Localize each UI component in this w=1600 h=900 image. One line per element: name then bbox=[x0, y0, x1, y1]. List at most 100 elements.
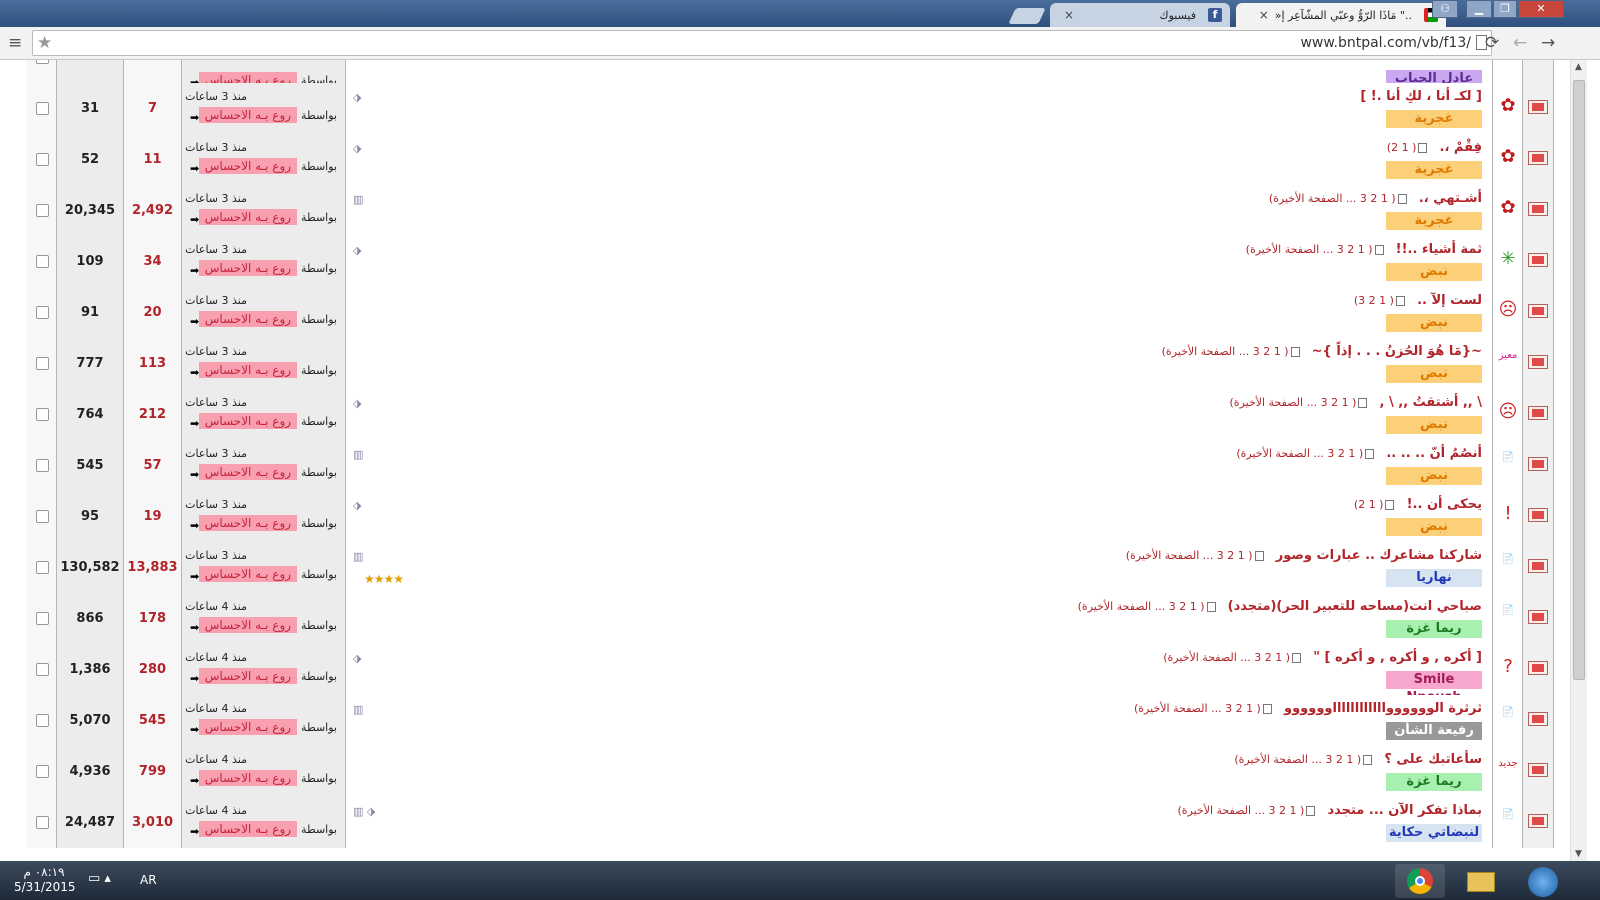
last-post-user[interactable]: روع بـه الاحساس bbox=[198, 617, 298, 633]
go-last-post-icon[interactable]: ➡ bbox=[190, 621, 199, 634]
replies-count[interactable]: 57 bbox=[124, 440, 182, 491]
thread-author[interactable]: نبض bbox=[1386, 263, 1482, 281]
bookmark-star-icon[interactable]: ★ bbox=[37, 33, 52, 53]
minimize-button[interactable]: ▁ bbox=[1466, 0, 1492, 18]
start-button-icon[interactable] bbox=[1518, 864, 1568, 898]
thread-title[interactable]: ثرثرة الووووووllllllllllllوووووو bbox=[1284, 701, 1482, 716]
select-checkbox[interactable] bbox=[36, 153, 49, 166]
language-indicator[interactable]: AR bbox=[140, 873, 157, 887]
forward-icon[interactable]: → bbox=[1541, 33, 1555, 53]
thread-title[interactable]: أنصُمُ أنّ .. .. .. bbox=[1386, 446, 1482, 461]
go-last-post-icon[interactable]: ➡ bbox=[190, 774, 199, 787]
thread-author[interactable]: نبض bbox=[1386, 467, 1482, 485]
thread-pages[interactable]: ( 1 2) bbox=[1354, 498, 1397, 511]
table-row[interactable]: 52 11 منذ 3 ساعات بواسطةروع بـه الاحساس ➡ ⬗ فِ… bbox=[27, 134, 1554, 185]
thread-author[interactable]: ريما غزة bbox=[1386, 620, 1482, 638]
close-window-button[interactable]: ✕ bbox=[1518, 0, 1564, 18]
select-checkbox[interactable] bbox=[36, 306, 49, 319]
close-tab-icon[interactable]: × bbox=[1259, 8, 1269, 22]
select-checkbox[interactable] bbox=[36, 765, 49, 778]
last-post-user[interactable]: روع بـه الاحساس bbox=[198, 362, 298, 378]
thread-pages[interactable]: ( 1 2 3 ... الصفحة الأخيرة) bbox=[1162, 345, 1302, 358]
replies-count[interactable]: 7 bbox=[124, 83, 182, 134]
select-checkbox[interactable] bbox=[36, 561, 49, 574]
table-row[interactable]: 5,070 545 منذ 4 ساعات بواسطةروع بـه الاحساس… bbox=[27, 695, 1554, 746]
select-checkbox[interactable] bbox=[36, 102, 49, 115]
close-tab-icon[interactable]: × bbox=[1064, 8, 1074, 22]
thread-author[interactable]: غجرية bbox=[1386, 110, 1482, 128]
file-explorer-icon[interactable] bbox=[1455, 864, 1505, 898]
last-post-user[interactable]: روع بـه الاحساس bbox=[198, 668, 298, 684]
last-post-user[interactable]: روع بـه الاحساس bbox=[198, 311, 298, 327]
last-post-user[interactable]: روع بـه الاحساس bbox=[198, 107, 298, 123]
thread-pages[interactable]: ( 1 2 3 ... الصفحة الأخيرة) bbox=[1246, 243, 1386, 256]
table-row[interactable]: 866 178 منذ 4 ساعات بواسطةروع بـه الاحساس ➡ ص… bbox=[27, 593, 1554, 644]
thread-title[interactable]: ثمة أشياء ..!! bbox=[1396, 242, 1482, 257]
last-post-user[interactable]: روع بـه الاحساس bbox=[198, 566, 298, 582]
table-row[interactable]: 109 34 منذ 3 ساعات بواسطةروع بـه الاحساس ➡ ⬗ ث… bbox=[27, 236, 1554, 287]
replies-count[interactable]: 20 bbox=[124, 287, 182, 338]
thread-title[interactable]: ~{مَا هُوَ الحُزنُ . . . إذاً }~ bbox=[1312, 344, 1482, 359]
scrollbar[interactable]: ▲ ▼ bbox=[1570, 60, 1587, 861]
replies-count[interactable]: 212 bbox=[124, 389, 182, 440]
last-post-user[interactable]: روع بـه الاحساس bbox=[198, 821, 298, 837]
user-icon[interactable]: ⚇ bbox=[1432, 0, 1458, 18]
select-checkbox[interactable] bbox=[36, 816, 49, 829]
thread-pages[interactable]: ( 1 2 3 ... الصفحة الأخيرة) bbox=[1236, 447, 1376, 460]
table-row[interactable]: 4,936 799 منذ 4 ساعات بواسطةروع بـه الاحساس… bbox=[27, 746, 1554, 797]
go-last-post-icon[interactable]: ➡ bbox=[190, 672, 199, 685]
thread-author[interactable]: نهاريا bbox=[1386, 569, 1482, 587]
last-post-user[interactable]: روع بـه الاحساس bbox=[198, 158, 298, 174]
show-hidden-icons-icon[interactable]: ▭ ▴ bbox=[88, 871, 111, 886]
thread-author[interactable]: ريما غزة bbox=[1386, 773, 1482, 791]
go-last-post-icon[interactable]: ➡ bbox=[190, 315, 199, 328]
replies-count[interactable]: 3,010 bbox=[124, 797, 182, 848]
thread-author[interactable]: نبض bbox=[1386, 416, 1482, 434]
thread-author[interactable]: Smile Nnoush bbox=[1386, 671, 1482, 705]
thread-title[interactable]: يحكى أن ..! bbox=[1407, 497, 1482, 512]
thread-title[interactable]: فِقْمْ ،. bbox=[1440, 140, 1482, 155]
replies-count[interactable]: 178 bbox=[124, 593, 182, 644]
replies-count[interactable]: 13,883 bbox=[124, 542, 182, 593]
go-last-post-icon[interactable]: ➡ bbox=[190, 468, 199, 481]
taskbar-clock[interactable]: ٠٨:١٩ م 5/31/2015 bbox=[14, 865, 76, 895]
last-post-user[interactable]: روع بـه الاحساس bbox=[198, 209, 298, 225]
thread-pages[interactable]: ( 1 2 3 ... الصفحة الأخيرة) bbox=[1078, 600, 1218, 613]
table-row[interactable]: 777 113 منذ 3 ساعات بواسطةروع بـه الاحساس ➡ ~… bbox=[27, 338, 1554, 389]
select-checkbox[interactable] bbox=[36, 204, 49, 217]
table-row[interactable]: 91 20 منذ 3 ساعات بواسطةروع بـه الاحساس ➡ لست… bbox=[27, 287, 1554, 338]
chrome-app-icon[interactable] bbox=[1395, 864, 1445, 898]
last-post-user[interactable]: روع بـه الاحساس bbox=[198, 515, 298, 531]
last-post-user[interactable]: روع بـه الاحساس bbox=[198, 770, 298, 786]
replies-count[interactable]: 280 bbox=[124, 644, 182, 695]
go-last-post-icon[interactable]: ➡ bbox=[190, 723, 199, 736]
reload-icon[interactable]: ⟳ bbox=[1485, 33, 1499, 53]
select-checkbox[interactable] bbox=[36, 255, 49, 268]
go-last-post-icon[interactable]: ➡ bbox=[190, 417, 199, 430]
scroll-down-icon[interactable]: ▼ bbox=[1575, 849, 1582, 859]
select-checkbox[interactable] bbox=[36, 459, 49, 472]
table-row[interactable]: 764 212 منذ 3 ساعات بواسطةروع بـه الاحساس ➡ ⬗… bbox=[27, 389, 1554, 440]
thread-pages[interactable]: ( 1 2 3 ... الصفحة الأخيرة) bbox=[1134, 702, 1274, 715]
thread-author[interactable]: نبض bbox=[1386, 518, 1482, 536]
thread-pages[interactable]: ( 1 2 3 ... الصفحة الأخيرة) bbox=[1269, 192, 1409, 205]
thread-author[interactable]: غجرية bbox=[1386, 212, 1482, 230]
go-last-post-icon[interactable]: ➡ bbox=[190, 213, 199, 226]
table-row[interactable]: 1,386 280 منذ 4 ساعات بواسطةروع بـه الاحساس… bbox=[27, 644, 1554, 705]
tab-active[interactable]: .." مَاذَا الرّوُّ وعبّي المشّآعِر إ‏« × bbox=[1236, 3, 1446, 27]
last-post-user[interactable]: روع بـه الاحساس bbox=[198, 719, 298, 735]
replies-count[interactable]: 34 bbox=[124, 236, 182, 287]
back-icon[interactable]: ← bbox=[1513, 33, 1527, 53]
table-row[interactable]: 24,487 3,010 منذ 4 ساعات بواسطةروع بـه الاح… bbox=[27, 797, 1554, 848]
go-last-post-icon[interactable]: ➡ bbox=[190, 366, 199, 379]
thread-title[interactable]: سأعاتبك على ؟ bbox=[1384, 752, 1482, 767]
thread-pages[interactable]: ( 1 2 3 ... الصفحة الأخيرة) bbox=[1234, 753, 1374, 766]
new-tab-button[interactable] bbox=[1008, 8, 1046, 24]
go-last-post-icon[interactable]: ➡ bbox=[190, 111, 199, 124]
thread-author[interactable]: غجرية bbox=[1386, 161, 1482, 179]
select-checkbox[interactable] bbox=[36, 510, 49, 523]
select-checkbox[interactable] bbox=[36, 408, 49, 421]
thread-author[interactable]: رفيعة الشأن bbox=[1386, 722, 1482, 740]
table-row[interactable]: 1,224299بواسطةروع بـه الاحساس➡عادل الحبا… bbox=[27, 60, 1554, 89]
go-last-post-icon[interactable]: ➡ bbox=[190, 162, 199, 175]
